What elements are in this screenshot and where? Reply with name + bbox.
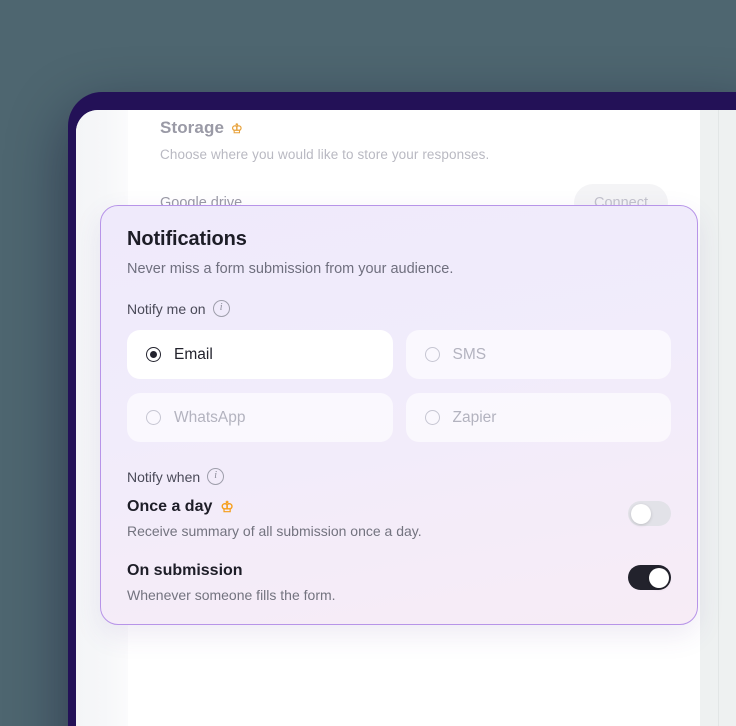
toggle-on-submission[interactable]	[628, 565, 671, 590]
notify-me-on-label-row: Notify me on i	[127, 300, 671, 317]
crown-icon: ♔	[231, 120, 243, 136]
toggle-row-description: Whenever someone fills the form.	[127, 587, 336, 603]
toggle-row-text: Once a day ♔ Receive summary of all subm…	[127, 497, 422, 539]
toggle-row-description: Receive summary of all submission once a…	[127, 523, 422, 539]
toggle-knob	[630, 503, 651, 524]
toggle-once-a-day[interactable]	[628, 501, 671, 526]
radio-dot-icon	[424, 410, 440, 425]
notifications-title: Notifications	[127, 228, 247, 250]
radio-option-label: SMS	[452, 345, 487, 363]
radio-dot-icon	[146, 347, 161, 362]
radio-option-zapier[interactable]: Zapier	[405, 393, 671, 442]
toggle-row-title: Once a day	[127, 498, 213, 515]
radio-dot-icon	[424, 347, 440, 362]
radio-dot-icon	[146, 410, 161, 425]
toggle-row-title-row: Once a day ♔	[127, 498, 422, 516]
radio-option-label: WhatsApp	[174, 408, 246, 426]
toggle-row-on-submission: On submission Whenever someone fills the…	[127, 561, 671, 603]
toggle-row-once-a-day: Once a day ♔ Receive summary of all subm…	[127, 497, 671, 539]
storage-title: Storage	[160, 118, 224, 137]
notify-channel-options: Email SMS WhatsApp Zapier	[127, 330, 671, 442]
crown-icon: ♔	[220, 498, 234, 516]
toggle-row-title-row: On submission	[127, 562, 336, 580]
info-icon[interactable]: i	[207, 468, 225, 485]
radio-option-whatsapp[interactable]: WhatsApp	[127, 393, 393, 442]
right-side-panel	[700, 110, 736, 726]
notifications-card: Notifications Never miss a form submissi…	[100, 205, 698, 625]
radio-option-email[interactable]: Email	[127, 330, 393, 379]
notify-when-label-row: Notify when i	[127, 468, 671, 485]
toggle-knob	[648, 567, 669, 588]
notify-me-on-label: Notify me on	[127, 300, 206, 317]
storage-description: Choose where you would like to store you…	[160, 147, 490, 162]
screenshot-scene: Storage ♔ Choose where you would like to…	[0, 0, 736, 726]
storage-title-row: Storage ♔	[160, 118, 668, 138]
notify-when-label: Notify when	[127, 468, 201, 485]
toggle-row-text: On submission Whenever someone fills the…	[127, 561, 336, 603]
radio-option-sms[interactable]: SMS	[405, 330, 671, 379]
info-icon[interactable]: i	[212, 300, 230, 317]
toggle-row-title: On submission	[127, 562, 243, 579]
notifications-subtitle: Never miss a form submission from your a…	[127, 261, 454, 277]
radio-option-label: Zapier	[452, 408, 497, 426]
radio-option-label: Email	[174, 345, 213, 363]
